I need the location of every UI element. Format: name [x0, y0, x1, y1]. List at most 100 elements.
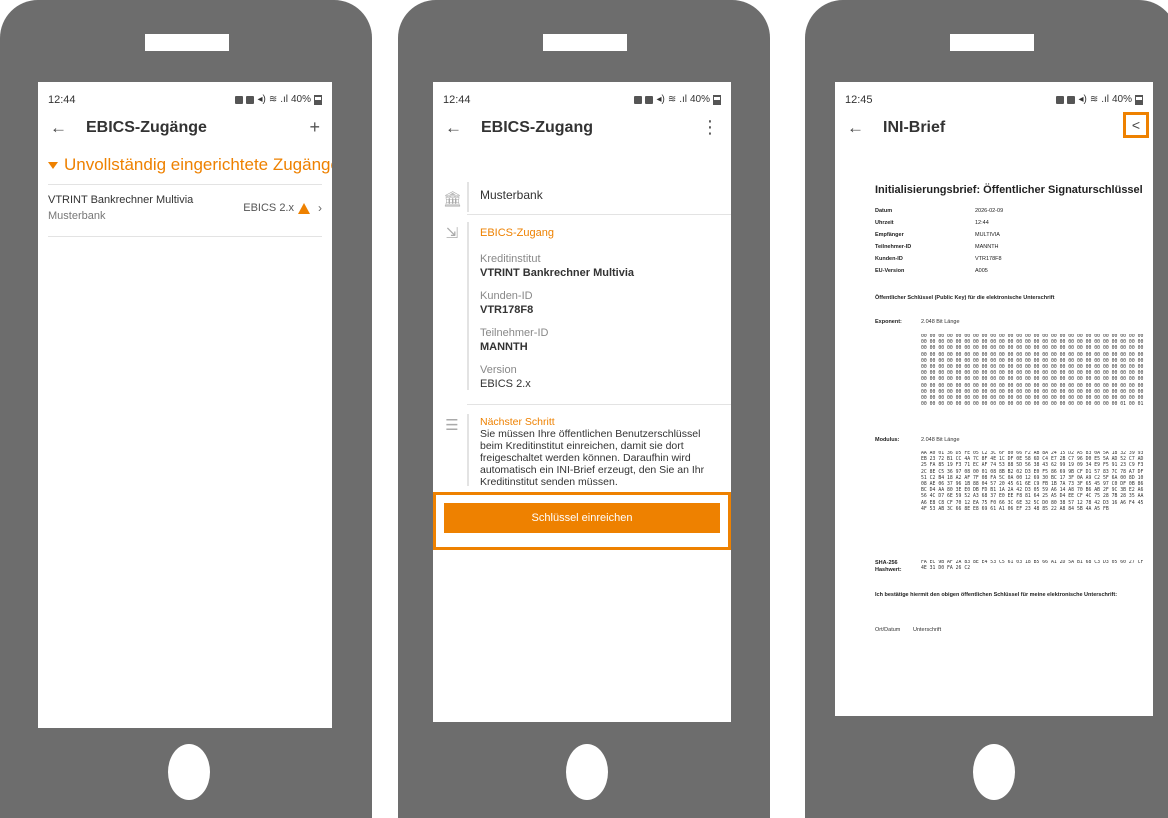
warning-icon	[298, 202, 310, 214]
sha-label: SHA-256 Hashwert:	[875, 560, 902, 573]
exponent-hex: 00 00 00 00 00 00 00 00 00 00 00 00 00 0…	[921, 334, 1147, 408]
divider	[467, 404, 731, 405]
screen-ini-letter: 12:45 ◂) ≋ .ıl 40% ← INI-Brief < Initial…	[835, 82, 1153, 716]
field-label-version: Version	[480, 364, 517, 376]
back-arrow-icon[interactable]: ←	[847, 118, 864, 138]
notification-icon	[235, 95, 244, 104]
modulus-bits: 2.048 Bit Länge	[921, 437, 960, 443]
next-step-head: Nächster Schritt	[480, 416, 555, 428]
divider-vertical	[467, 222, 469, 390]
divider-vertical	[467, 414, 469, 486]
battery-icon	[314, 94, 322, 105]
account-name: VTRINT Bankrechner Multivia	[48, 194, 194, 206]
exponent-bits: 2.048 Bit Länge	[921, 319, 960, 325]
wifi-icon: ≋	[268, 94, 278, 105]
section-head-ebics: EBICS-Zugang	[480, 227, 554, 239]
next-step: Nächster Schritt Sie müssen Ihre öffentl…	[480, 416, 723, 488]
confirmation-text: Ich bestätige hiermit den obigen öffentl…	[875, 592, 1118, 598]
signal-icon: .ıl	[679, 94, 687, 105]
wifi-icon: ≋	[667, 94, 677, 105]
status-bar: 12:44 ◂) ≋ .ıl 40%	[443, 94, 721, 108]
modulus-hex: AA A0 01 36 D5 FE 05 C2 3C 6F 80 66 F2 A…	[921, 451, 1147, 512]
bank-name: Musterbank	[480, 188, 543, 202]
back-arrow-icon[interactable]: ←	[445, 118, 462, 138]
signal-icon: .ıl	[280, 94, 288, 105]
more-vert-icon[interactable]: ⋮	[701, 117, 719, 137]
screen-ebics-accounts: 12:44 ◂) ≋ .ıl 40% ← EBICS-Zugänge + Unv…	[38, 82, 332, 728]
mute-icon: ◂)	[257, 94, 266, 105]
document-title: Initialisierungsbrief: Öffentlicher Sign…	[875, 184, 1143, 196]
page-title: INI-Brief	[883, 119, 946, 136]
battery-icon	[1135, 94, 1143, 105]
share-icon: <	[1131, 117, 1141, 133]
mute-icon: ◂)	[656, 94, 665, 105]
battery-icon	[713, 94, 721, 105]
field-label-participant-id: Teilnehmer-ID	[480, 327, 549, 339]
mute-icon: ◂)	[1078, 94, 1087, 105]
phone-frame-1: 12:44 ◂) ≋ .ıl 40% ← EBICS-Zugänge + Unv…	[0, 0, 372, 818]
next-step-text: Sie müssen Ihre öffentlichen Benutzersch…	[480, 428, 705, 488]
phone-frame-2: 12:44 ◂) ≋ .ıl 40% ← EBICS-Zugang ⋮ 🏛 Mu…	[398, 0, 770, 818]
status-time: 12:44	[443, 94, 471, 106]
bank-row: Musterbank	[480, 188, 723, 203]
add-icon[interactable]: +	[309, 117, 320, 137]
ebics-details: EBICS-Zugang Kreditinstitut VTRINT Bankr…	[480, 226, 723, 391]
field-value-participant-id: MANNTH	[480, 341, 528, 353]
status-bar: 12:44 ◂) ≋ .ıl 40%	[48, 94, 322, 108]
app-bar: ← INI-Brief	[835, 116, 1153, 142]
phone-speaker	[950, 34, 1034, 51]
status-icons: ◂) ≋ .ıl 40%	[235, 94, 322, 105]
account-status: EBICS 2.x ›	[243, 201, 322, 215]
list-icon: ☰	[445, 417, 459, 434]
chevron-right-icon: ›	[318, 201, 322, 215]
notification-icon	[246, 95, 255, 104]
submit-keys-button[interactable]: Schlüssel einreichen	[444, 503, 720, 533]
place-date-label: Ort/Datum	[875, 627, 901, 633]
list-item-account[interactable]: VTRINT Bankrechner Multivia Musterbank E…	[48, 194, 322, 236]
exponent-label: Exponent:	[875, 319, 902, 325]
divider	[48, 184, 322, 185]
home-button	[973, 744, 1015, 800]
status-time: 12:44	[48, 94, 76, 106]
divider-vertical	[467, 182, 469, 212]
phone-speaker	[543, 34, 627, 51]
public-key-heading: Öffentlicher Schlüssel (Public Key) für …	[875, 295, 1055, 301]
field-value-customer-id: VTR178F8	[480, 304, 534, 316]
notification-icon	[1056, 95, 1065, 104]
home-button	[566, 744, 608, 800]
divider	[48, 236, 322, 237]
notification-icon	[645, 95, 654, 104]
battery-percent: 40%	[1111, 94, 1132, 105]
divider	[467, 214, 731, 215]
app-bar: ← EBICS-Zugang ⋮	[433, 116, 731, 142]
battery-percent: 40%	[689, 94, 710, 105]
phone-speaker	[145, 34, 229, 51]
field-value-version: EBICS 2.x	[480, 378, 531, 390]
signal-icon: .ıl	[1101, 94, 1109, 105]
modulus-label: Modulus:	[875, 437, 900, 443]
notification-icon	[1067, 95, 1076, 104]
status-bar: 12:45 ◂) ≋ .ıl 40%	[845, 94, 1143, 108]
signature-label: Unterschrift	[913, 627, 942, 633]
bank-icon: 🏛	[443, 191, 463, 208]
battery-percent: 40%	[290, 94, 311, 105]
status-icons: ◂) ≋ .ıl 40%	[1056, 94, 1143, 105]
status-icons: ◂) ≋ .ıl 40%	[634, 94, 721, 105]
field-value-institution: VTRINT Bankrechner Multivia	[480, 267, 635, 279]
share-button[interactable]: <	[1123, 112, 1149, 138]
home-button	[168, 744, 210, 800]
section-header-incomplete[interactable]: Unvollständig eingerichtete Zugänge	[48, 154, 332, 176]
login-icon: ⇲	[445, 225, 459, 242]
page-title: EBICS-Zugang	[481, 119, 593, 136]
caret-down-icon	[48, 162, 58, 170]
app-bar: ← EBICS-Zugänge +	[38, 116, 332, 142]
sha-hex: FA EC 9B AF 2A 83 8E E4 53 C5 61 03 18 B…	[921, 560, 1147, 572]
status-time: 12:45	[845, 94, 873, 106]
back-arrow-icon[interactable]: ←	[50, 118, 67, 138]
screen-ebics-access: 12:44 ◂) ≋ .ıl 40% ← EBICS-Zugang ⋮ 🏛 Mu…	[433, 82, 731, 722]
phone-frame-3: 12:45 ◂) ≋ .ıl 40% ← INI-Brief < Initial…	[805, 0, 1168, 818]
field-label-institution: Kreditinstitut	[480, 253, 541, 265]
field-label-customer-id: Kunden-ID	[480, 290, 533, 302]
page-title: EBICS-Zugänge	[86, 119, 207, 136]
account-version: EBICS 2.x	[243, 202, 294, 214]
